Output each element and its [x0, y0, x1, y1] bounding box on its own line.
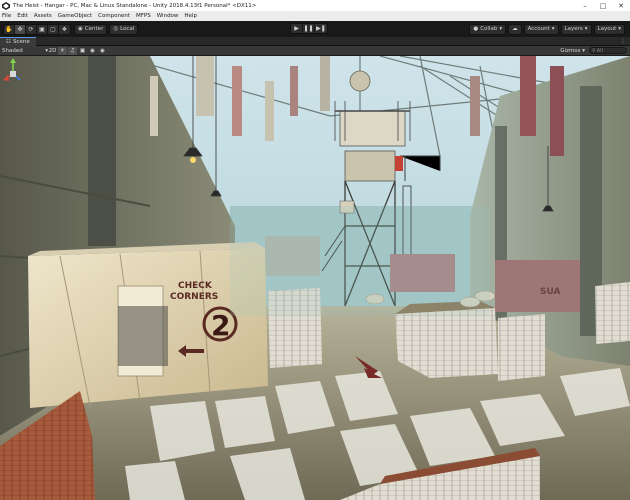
effects-toggle-icon[interactable]: ▣ — [78, 47, 87, 55]
tab-scene[interactable]: ☷ Scene — [0, 36, 36, 46]
sign-check: CHECK — [178, 281, 213, 291]
local-label: Local — [120, 26, 135, 32]
y-axis-icon[interactable] — [10, 58, 16, 63]
toggle-2d-button[interactable]: 2D — [48, 47, 57, 55]
shading-mode-dropdown[interactable]: Shaded ▾ — [2, 48, 48, 54]
camera-settings-icon[interactable]: ◉ — [98, 47, 107, 55]
menu-window[interactable]: Window — [157, 13, 179, 19]
sign-corners: CORNERS — [170, 292, 218, 302]
menu-bar: File Edit Assets GameObject Component MF… — [0, 11, 630, 21]
play-icon[interactable]: ▶ — [291, 24, 303, 33]
layout-dropdown[interactable]: Layout ▾ — [593, 23, 625, 35]
menu-assets[interactable]: Assets — [34, 13, 52, 19]
crate-doorway — [118, 306, 168, 366]
shading-mode-label: Shaded — [2, 47, 23, 54]
collab-button[interactable]: ● Collab ▾ — [469, 23, 507, 35]
gizmos-dropdown[interactable]: Gizmos ▾ — [560, 48, 585, 54]
left-pillar — [88, 56, 116, 246]
hidden-objects-icon[interactable]: ◉ — [88, 47, 97, 55]
container-label: SUA — [540, 287, 561, 297]
layers-dropdown[interactable]: Layers ▾ — [560, 23, 592, 35]
x-axis-icon[interactable] — [3, 75, 9, 81]
collab-label: Collab — [480, 26, 498, 32]
rect-tool-icon[interactable]: ▢ — [48, 24, 59, 34]
window-titlebar: The Heist - Hangar - PC, Mac & Linux Sta… — [0, 0, 630, 11]
cloud-icon: ☁ — [512, 26, 518, 32]
gizmo-center-icon[interactable] — [10, 71, 16, 77]
scene-viewport[interactable]: SUA CHECK CORNERS 2 — [0, 56, 630, 500]
chevron-down-icon: ▾ — [499, 26, 503, 32]
main-toolbar: ✋ ✥ ⟳ ▣ ▢ ❖ ◉ Center ◎ Local ▶ ❚❚ ▶❚ ● C… — [0, 21, 630, 37]
rotate-tool-icon[interactable]: ⟳ — [26, 24, 37, 34]
lighting-toggle-icon[interactable]: ☀ — [58, 46, 67, 55]
brick-wall-edge — [595, 282, 630, 344]
account-label: Account — [527, 26, 550, 32]
cloud-button[interactable]: ☁ — [508, 23, 522, 35]
local-icon: ◎ — [113, 26, 119, 32]
playback-controls: ▶ ❚❚ ▶❚ — [290, 23, 328, 34]
menu-gameobject[interactable]: GameObject — [58, 13, 92, 19]
maximize-button[interactable]: □ — [594, 0, 612, 11]
scene-orientation-gizmo[interactable] — [0, 56, 26, 96]
collab-icon: ● — [473, 26, 479, 32]
tab-options-icon[interactable]: ⋮ — [620, 38, 626, 45]
red-container-right — [495, 260, 580, 312]
scene-tab-icon: ☷ — [6, 38, 11, 45]
menu-mfps[interactable]: MFPS — [136, 13, 151, 19]
scale-tool-icon[interactable]: ▣ — [37, 24, 48, 34]
pause-icon[interactable]: ❚❚ — [303, 24, 315, 33]
center-label: Center — [84, 26, 104, 32]
menu-help[interactable]: Help — [184, 13, 197, 19]
menu-component[interactable]: Component — [98, 13, 130, 19]
unity-logo-icon — [2, 1, 10, 10]
chevron-down-icon: ▾ — [618, 26, 621, 32]
scene-search-input[interactable]: ⚲ All — [589, 47, 627, 54]
close-button[interactable]: ✕ — [612, 0, 630, 11]
scene-render: SUA CHECK CORNERS 2 — [0, 56, 630, 500]
window-title: The Heist - Hangar - PC, Mac & Linux Sta… — [13, 2, 257, 9]
gizmos-label: Gizmos — [560, 47, 581, 54]
step-icon[interactable]: ▶❚ — [315, 24, 327, 33]
brick-wall-right-2 — [498, 314, 545, 381]
minimize-button[interactable]: – — [576, 0, 594, 11]
move-tool-icon[interactable]: ✥ — [15, 24, 26, 34]
search-prefix: All — [596, 47, 603, 54]
pivot-icon: ◉ — [78, 26, 83, 32]
atmospheric-haze — [230, 206, 490, 316]
transform-tool-icon[interactable]: ❖ — [59, 25, 70, 34]
account-dropdown[interactable]: Account ▾ — [523, 23, 559, 35]
layers-label: Layers — [564, 26, 583, 32]
pivot-center-toggle[interactable]: ◉ Center — [74, 23, 108, 35]
menu-file[interactable]: File — [2, 13, 11, 19]
layout-label: Layout — [597, 26, 617, 32]
scene-tab-label: Scene — [12, 38, 30, 45]
brick-wall-right — [395, 308, 498, 378]
sign-number: 2 — [211, 309, 230, 342]
chevron-down-icon: ▾ — [584, 26, 588, 32]
pivot-local-toggle[interactable]: ◎ Local — [109, 23, 139, 35]
audio-toggle-icon[interactable]: ♫ — [68, 46, 77, 55]
chevron-down-icon: ▾ — [551, 26, 555, 32]
search-icon: ⚲ — [592, 47, 596, 54]
scene-view-toolbar: Shaded ▾ 2D ☀ ♫ ▣ ◉ ◉ Gizmos ▾ ⚲ All — [0, 46, 630, 56]
menu-edit[interactable]: Edit — [17, 13, 28, 19]
hand-tool-icon[interactable]: ✋ — [4, 24, 15, 34]
scene-tab-bar: ☷ Scene ⋮ — [0, 36, 630, 46]
transform-tools: ✋ ✥ ⟳ ▣ ▢ ❖ — [3, 23, 71, 35]
